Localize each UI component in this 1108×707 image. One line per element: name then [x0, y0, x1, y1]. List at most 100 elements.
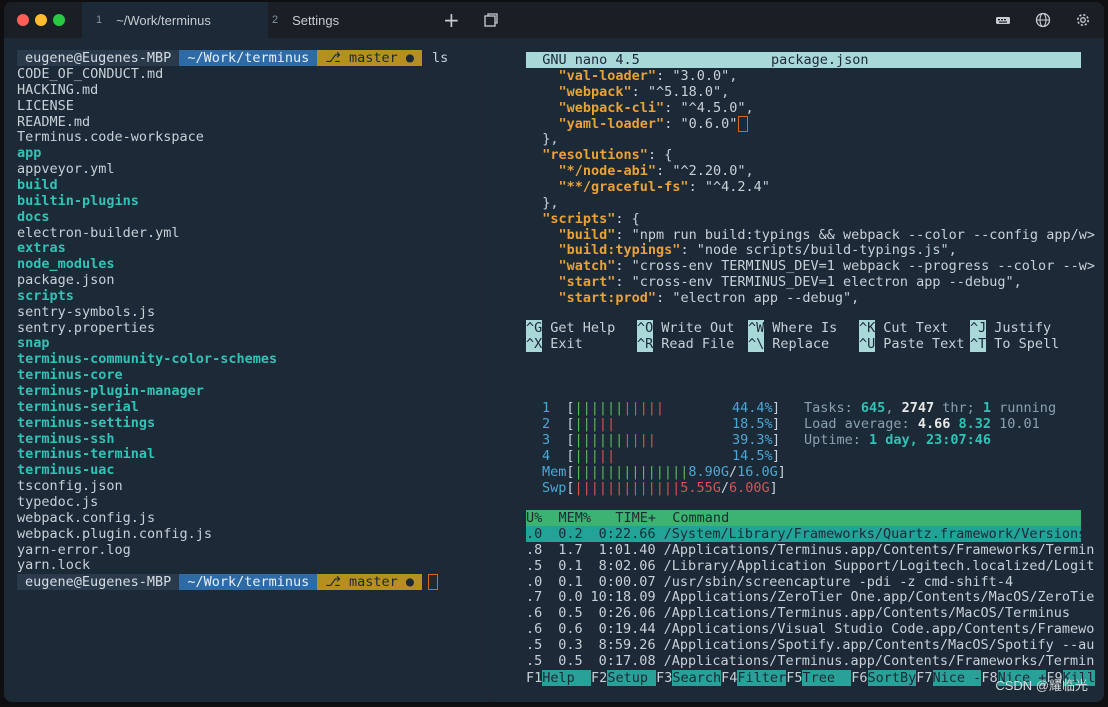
process-mem: 0.3 [558, 636, 583, 653]
process-row[interactable]: .8 1.7 1:01.40/Applications/Terminus.app/C… [526, 542, 1094, 558]
nano-shortcut[interactable]: ^K Cut Text [859, 320, 948, 336]
nano-line: "build:typings": "node scripts/build-typ… [526, 242, 957, 258]
function-key-f7[interactable]: F7Nice - [916, 670, 982, 686]
json-key: "yaml-loader" [558, 115, 665, 132]
globe-icon[interactable] [1035, 12, 1051, 28]
gear-icon[interactable] [1075, 12, 1091, 28]
process-command: /System/Library/Frameworks/Quartz.framew… [663, 526, 1095, 542]
process-time: 0:00.07 [598, 573, 656, 590]
fkey-label: SortBy [867, 670, 917, 686]
nano-shortcut[interactable]: ^\ Replace [748, 336, 829, 352]
dir-entry: terminus-ssh [17, 430, 115, 447]
json-value: }, [542, 131, 559, 148]
cpu-meter: 3 [|||||||||| 39.3%] [542, 431, 780, 448]
prompt-git: ⎇ master ● [317, 50, 422, 66]
function-key-f1[interactable]: F1Help [526, 670, 592, 686]
swp-meter: Swp[|||||||||||||5.55G/6.00G] [542, 480, 778, 496]
process-row[interactable]: .5 0.1 8:02.06/Library/Application Support… [526, 558, 1094, 574]
process-row[interactable]: .6 0.5 0:26.06/Applications/Terminus.app/C… [526, 605, 1070, 621]
json-key: "start" [558, 274, 616, 291]
process-command: /usr/sbin/screencapture -pdi -z cmd-shif… [663, 573, 1014, 590]
nano-shortcut[interactable]: ^O Write Out [637, 320, 734, 336]
meter-used: 8.90G [688, 464, 729, 480]
minimize-window-button[interactable] [35, 14, 47, 26]
process-row[interactable]: .0 0.1 0:00.07/usr/sbin/screencapture -pdi… [526, 574, 1013, 590]
bracket: ] [772, 415, 781, 432]
nano-shortcut[interactable]: ^W Where Is [748, 320, 837, 336]
nano-line: "start": "cross-env TERMINUS_DEV=1 elect… [526, 274, 1022, 290]
function-key-f2[interactable]: F2Setup [591, 670, 657, 686]
process-row[interactable]: .6 0.6 0:19.44/Applications/Visual Studio … [526, 621, 1094, 637]
process-row[interactable]: .0 0.2 0:22.66/System/Library/Frameworks/Q… [526, 526, 1094, 542]
nano-line: "yaml-loader": "0.6.0" [526, 115, 749, 132]
restore-icon[interactable] [483, 12, 499, 28]
terminal-window: 1 ~/Work/terminus 2 Settings + eugene@Eu… [4, 2, 1104, 702]
fkey-number: F1 [526, 670, 543, 686]
dir-entry: terminus-terminal [17, 446, 156, 463]
function-key-f5[interactable]: F5Tree [786, 670, 852, 686]
close-window-button[interactable] [17, 14, 29, 26]
process-row[interactable]: .5 0.3 8:59.26/Applications/Spotify.app/Co… [526, 637, 1094, 653]
process-row[interactable]: .7 0.0 10:18.09/Applications/ZeroTier One.… [526, 589, 1094, 605]
fkey-number: F5 [786, 670, 803, 686]
dir-entry: snap [17, 335, 50, 352]
meter-used: 5.55G [680, 480, 721, 496]
process-mem: 0.1 [558, 557, 583, 574]
fkey-label: Tree [802, 670, 852, 686]
fkey-number: F3 [656, 670, 673, 686]
fkey-label: Filter [737, 670, 787, 686]
nano-shortcut[interactable]: ^G Get Help [526, 320, 615, 336]
cpu-bar-user: ||| [574, 415, 599, 432]
process-command: /Applications/Spotify.app/Contents/MacOS… [663, 636, 1095, 653]
nano-shortcut[interactable]: ^T To Spell [970, 336, 1059, 352]
nano-shortcut[interactable]: ^U Paste Text [859, 336, 965, 352]
nano-version: GNU nano 4.5 [526, 52, 640, 68]
cpu-bar-user: |||||| [574, 431, 624, 448]
function-key-f4[interactable]: F4Filter [721, 670, 787, 686]
shortcut-label: Exit [550, 336, 583, 352]
shortcut-label: Cut Text [883, 320, 949, 336]
shortcut-key: ^T [970, 336, 987, 352]
shortcut-label: Get Help [550, 320, 616, 336]
nano-shortcut[interactable]: ^J Justify [970, 320, 1051, 336]
json-value: : "^4.5.0", [664, 99, 754, 116]
nano-shortcut[interactable]: ^X Exit [526, 336, 583, 352]
htop-tasks: Tasks: 645, 2747 thr; 1 running [804, 400, 1057, 416]
function-key-f3[interactable]: F3Search [656, 670, 722, 686]
json-value: }, [542, 194, 559, 211]
tab-settings[interactable]: 2 Settings [258, 2, 442, 38]
fkey-label: Help [542, 670, 592, 686]
right-terminal-pane[interactable]: GNU nano 4.5 package.json "val-loader": "… [490, 38, 1104, 702]
process-command: /Applications/Visual Studio Code.app/Con… [663, 621, 1095, 638]
zoom-window-button[interactable] [53, 14, 65, 26]
git-branch-icon: ⎇ [325, 50, 341, 66]
cpu-id: 2 [542, 415, 551, 432]
prompt-status-dot: ● [405, 574, 414, 590]
shell-prompt: eugene@Eugenes-MBP ~/Work/terminus ⎇ mas… [17, 50, 448, 66]
htop-column-header[interactable]: U% MEM% TIME+ Command [526, 510, 1081, 526]
tab-terminus[interactable]: 1 ~/Work/terminus [82, 2, 268, 38]
plus-icon[interactable]: + [443, 10, 460, 30]
mem-meter: Mem[||||||||||||||8.90G/16.0G] [542, 464, 786, 480]
bracket: ] [769, 480, 778, 496]
process-row[interactable]: .5 0.5 0:17.08/Applications/Terminus.app/C… [526, 653, 1094, 669]
process-cpu: .5 [526, 652, 543, 669]
nano-line: "webpack-cli": "^4.5.0", [526, 100, 754, 116]
json-key: "start:prod" [558, 289, 657, 306]
prompt-command: ls [432, 50, 449, 66]
file-entry: typedoc.js [17, 493, 99, 510]
left-terminal-pane[interactable]: eugene@Eugenes-MBP ~/Work/terminus ⎇ mas… [4, 38, 488, 702]
keyboard-icon[interactable] [995, 12, 1011, 28]
fkey-label: Nice - [932, 670, 982, 686]
cpu-id: 1 [542, 400, 551, 416]
cpu-meter: 1 [||||||||||| 44.4%] [542, 400, 780, 416]
text-cursor [428, 574, 438, 590]
nano-shortcut[interactable]: ^R Read File [637, 336, 734, 352]
function-key-f6[interactable]: F6SortBy [851, 670, 917, 686]
prompt-dir: ~/Work/terminus [179, 574, 318, 590]
shortcut-key: ^G [526, 320, 543, 336]
